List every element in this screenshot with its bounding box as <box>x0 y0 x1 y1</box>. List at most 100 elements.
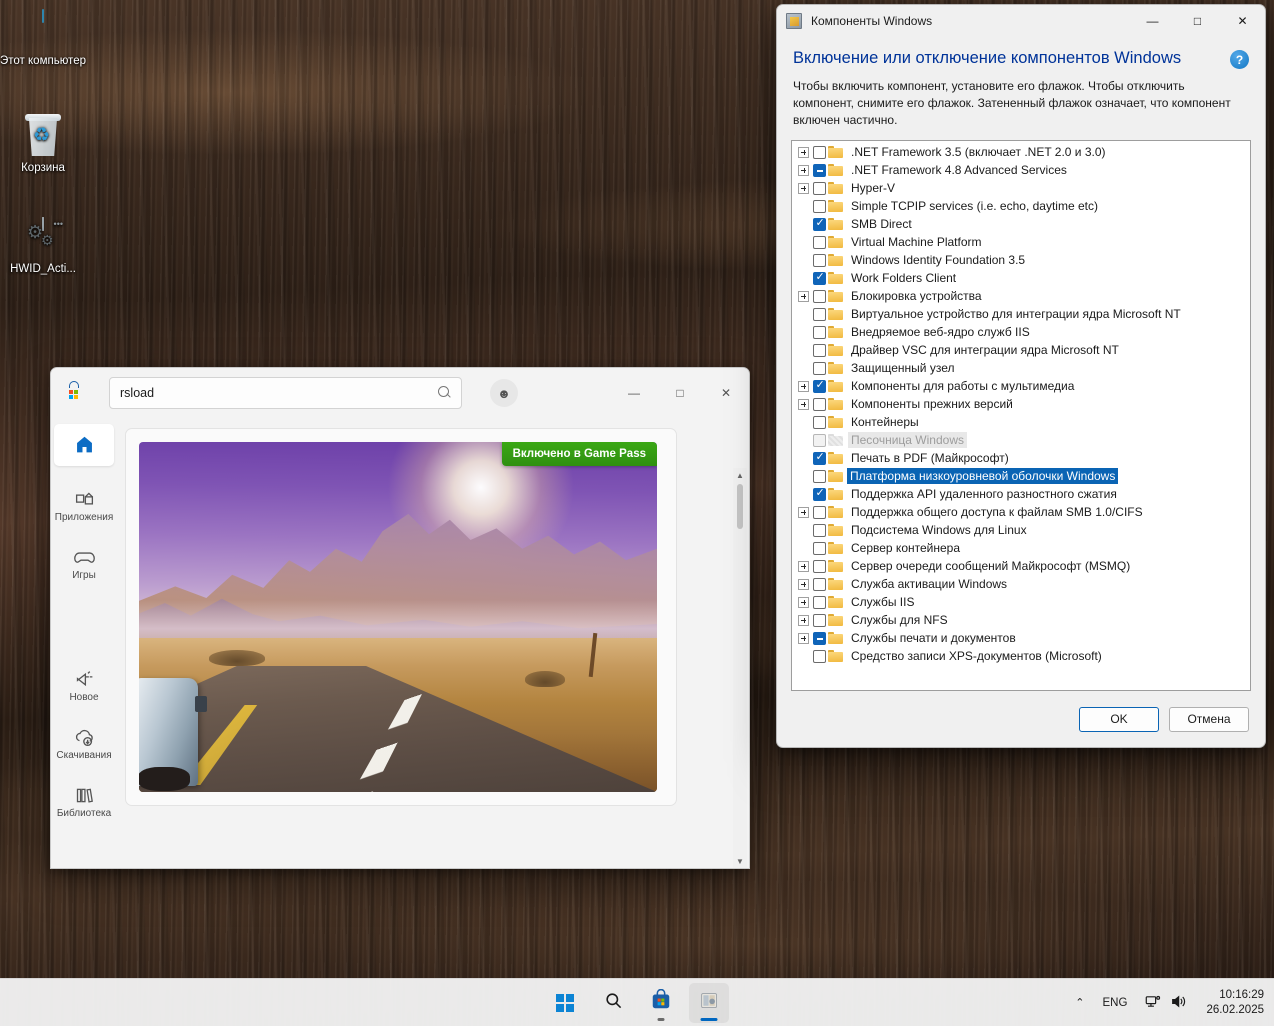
feature-tree-item[interactable]: Контейнеры <box>792 413 1250 431</box>
feature-tree-item[interactable]: Компоненты прежних версий <box>792 395 1250 413</box>
store-sidebar[interactable]: Приложения Игры Новое Скачивания Библиот… <box>51 418 117 868</box>
expand-plus-icon[interactable] <box>798 632 809 644</box>
desktop-icon-this-pc[interactable]: Этот компьютер <box>0 9 86 69</box>
feature-tree-item[interactable]: Службы IIS <box>792 593 1250 611</box>
language-indicator[interactable]: ENG <box>1103 997 1128 1009</box>
store-minimize-button[interactable]: — <box>611 368 657 418</box>
tray-expand-chevron-icon[interactable]: ⌃ <box>1069 992 1090 1013</box>
feature-checkbox[interactable] <box>813 505 826 519</box>
feature-tree-item[interactable]: Сервер очереди сообщений Майкрософт (MSM… <box>792 557 1250 575</box>
feature-checkbox[interactable] <box>813 631 826 645</box>
feature-checkbox[interactable] <box>813 469 826 483</box>
feature-checkbox[interactable] <box>813 577 826 591</box>
sidebar-item-library[interactable]: Библиотека <box>54 780 114 822</box>
sidebar-item-downloads[interactable]: Скачивания <box>54 722 114 764</box>
expand-plus-icon[interactable] <box>798 398 809 410</box>
search-input[interactable] <box>120 386 437 400</box>
feature-tree-item[interactable]: Компоненты для работы с мультимедиа <box>792 377 1250 395</box>
feature-tree-item[interactable]: Служба активации Windows <box>792 575 1250 593</box>
feature-tree-item[interactable]: Work Folders Client <box>792 269 1250 287</box>
feature-checkbox[interactable] <box>813 270 826 285</box>
feature-tree-item[interactable]: Службы печати и документов <box>792 629 1250 647</box>
account-avatar[interactable]: ☻ <box>490 379 518 407</box>
feature-tree-item[interactable]: Hyper-V <box>792 179 1250 197</box>
store-scrollbar[interactable]: ▲ ▼ <box>733 468 747 868</box>
feature-checkbox[interactable] <box>813 361 826 375</box>
feature-tree-item[interactable]: SMB Direct <box>792 215 1250 233</box>
scroll-down-arrow[interactable]: ▼ <box>733 854 747 868</box>
feature-tree-item[interactable]: Службы для NFS <box>792 611 1250 629</box>
features-tree-list[interactable]: .NET Framework 3.5 (включает .NET 2.0 и … <box>791 140 1251 691</box>
search-icon[interactable] <box>437 385 453 401</box>
feature-tree-item[interactable]: Защищенный узел <box>792 359 1250 377</box>
microsoft-store-window[interactable]: ☻ — □ ✕ Приложения <box>50 367 750 869</box>
sidebar-item-new[interactable]: Новое <box>54 664 114 706</box>
store-window-controls[interactable]: — □ ✕ <box>611 368 749 418</box>
expand-plus-icon[interactable] <box>798 146 809 158</box>
scroll-up-arrow[interactable]: ▲ <box>733 468 747 482</box>
feature-checkbox[interactable] <box>813 397 826 411</box>
expand-plus-icon[interactable] <box>798 164 809 176</box>
dialog-close-button[interactable]: ✕ <box>1220 5 1265 37</box>
expand-plus-icon[interactable] <box>798 182 809 194</box>
scrollbar-thumb[interactable] <box>737 484 743 529</box>
feature-checkbox[interactable] <box>813 307 826 321</box>
ok-button[interactable]: OK <box>1079 706 1159 732</box>
feature-checkbox[interactable] <box>813 199 826 213</box>
cancel-button[interactable]: Отмена <box>1169 706 1249 732</box>
dialog-titlebar[interactable]: Компоненты Windows — □ ✕ <box>777 5 1265 37</box>
feature-tree-item[interactable]: Драйвер VSC для интеграции ядра Microsof… <box>792 341 1250 359</box>
expand-plus-icon[interactable] <box>798 506 809 518</box>
feature-checkbox[interactable] <box>813 235 826 249</box>
feature-checkbox[interactable] <box>813 216 826 231</box>
feature-tree-item[interactable]: Блокировка устройства <box>792 287 1250 305</box>
feature-tree-item[interactable]: Simple TCPIP services (i.e. echo, daytim… <box>792 197 1250 215</box>
expand-plus-icon[interactable] <box>798 290 809 302</box>
store-search-box[interactable] <box>109 377 462 409</box>
feature-tree-item[interactable]: .NET Framework 4.8 Advanced Services <box>792 161 1250 179</box>
help-icon[interactable]: ? <box>1230 50 1249 69</box>
feature-tree-item[interactable]: Внедряемое веб-ядро служб IIS <box>792 323 1250 341</box>
store-close-button[interactable]: ✕ <box>703 368 749 418</box>
feature-checkbox[interactable] <box>813 595 826 609</box>
sidebar-item-games[interactable]: Игры <box>54 542 114 584</box>
sidebar-item-home[interactable] <box>54 424 114 466</box>
dialog-maximize-button[interactable]: □ <box>1175 5 1220 37</box>
feature-checkbox[interactable] <box>813 253 826 267</box>
feature-checkbox[interactable] <box>813 415 826 429</box>
feature-tree-item[interactable]: Windows Identity Foundation 3.5 <box>792 251 1250 269</box>
store-titlebar[interactable]: ☻ — □ ✕ <box>51 368 749 418</box>
feature-checkbox[interactable] <box>813 163 826 177</box>
features-taskbar-button[interactable] <box>689 982 729 1023</box>
feature-checkbox[interactable] <box>813 433 826 447</box>
featured-game-card[interactable]: Включено в Game Pass <box>125 428 677 806</box>
feature-checkbox[interactable] <box>813 378 826 393</box>
feature-checkbox[interactable] <box>813 486 826 501</box>
feature-checkbox[interactable] <box>813 559 826 573</box>
feature-tree-item[interactable]: Платформа низкоуровневой оболочки Window… <box>792 467 1250 485</box>
dialog-window-controls[interactable]: — □ ✕ <box>1130 5 1265 37</box>
expand-plus-icon[interactable] <box>798 380 809 392</box>
feature-tree-item[interactable]: .NET Framework 3.5 (включает .NET 2.0 и … <box>792 143 1250 161</box>
feature-tree-item[interactable]: Поддержка API удаленного разностного сжа… <box>792 485 1250 503</box>
feature-tree-item[interactable]: Поддержка общего доступа к файлам SMB 1.… <box>792 503 1250 521</box>
feature-checkbox[interactable] <box>813 289 826 303</box>
desktop-icon-hwid-activator[interactable]: ••• ⚙ ⚙ HWID_Acti... <box>0 217 86 277</box>
feature-tree-item[interactable]: Печать в PDF (Майкрософт) <box>792 449 1250 467</box>
expand-plus-icon[interactable] <box>798 578 809 590</box>
tray-status-icons[interactable] <box>1139 990 1194 1016</box>
feature-tree-item[interactable]: Песочница Windows <box>792 431 1250 449</box>
dialog-minimize-button[interactable]: — <box>1130 5 1175 37</box>
feature-tree-item[interactable]: Виртуальное устройство для интеграции яд… <box>792 305 1250 323</box>
expand-plus-icon[interactable] <box>798 596 809 608</box>
feature-checkbox[interactable] <box>813 325 826 339</box>
feature-checkbox[interactable] <box>813 181 826 195</box>
feature-checkbox[interactable] <box>813 145 826 159</box>
desktop-icon-recycle-bin[interactable]: ♻ Корзина <box>0 113 86 176</box>
expand-plus-icon[interactable] <box>798 560 809 572</box>
feature-checkbox[interactable] <box>813 523 826 537</box>
store-taskbar-button[interactable] <box>641 983 681 1023</box>
search-button[interactable] <box>593 983 633 1023</box>
feature-checkbox[interactable] <box>813 450 826 465</box>
feature-tree-item[interactable]: Средство записи XPS-документов (Microsof… <box>792 647 1250 665</box>
